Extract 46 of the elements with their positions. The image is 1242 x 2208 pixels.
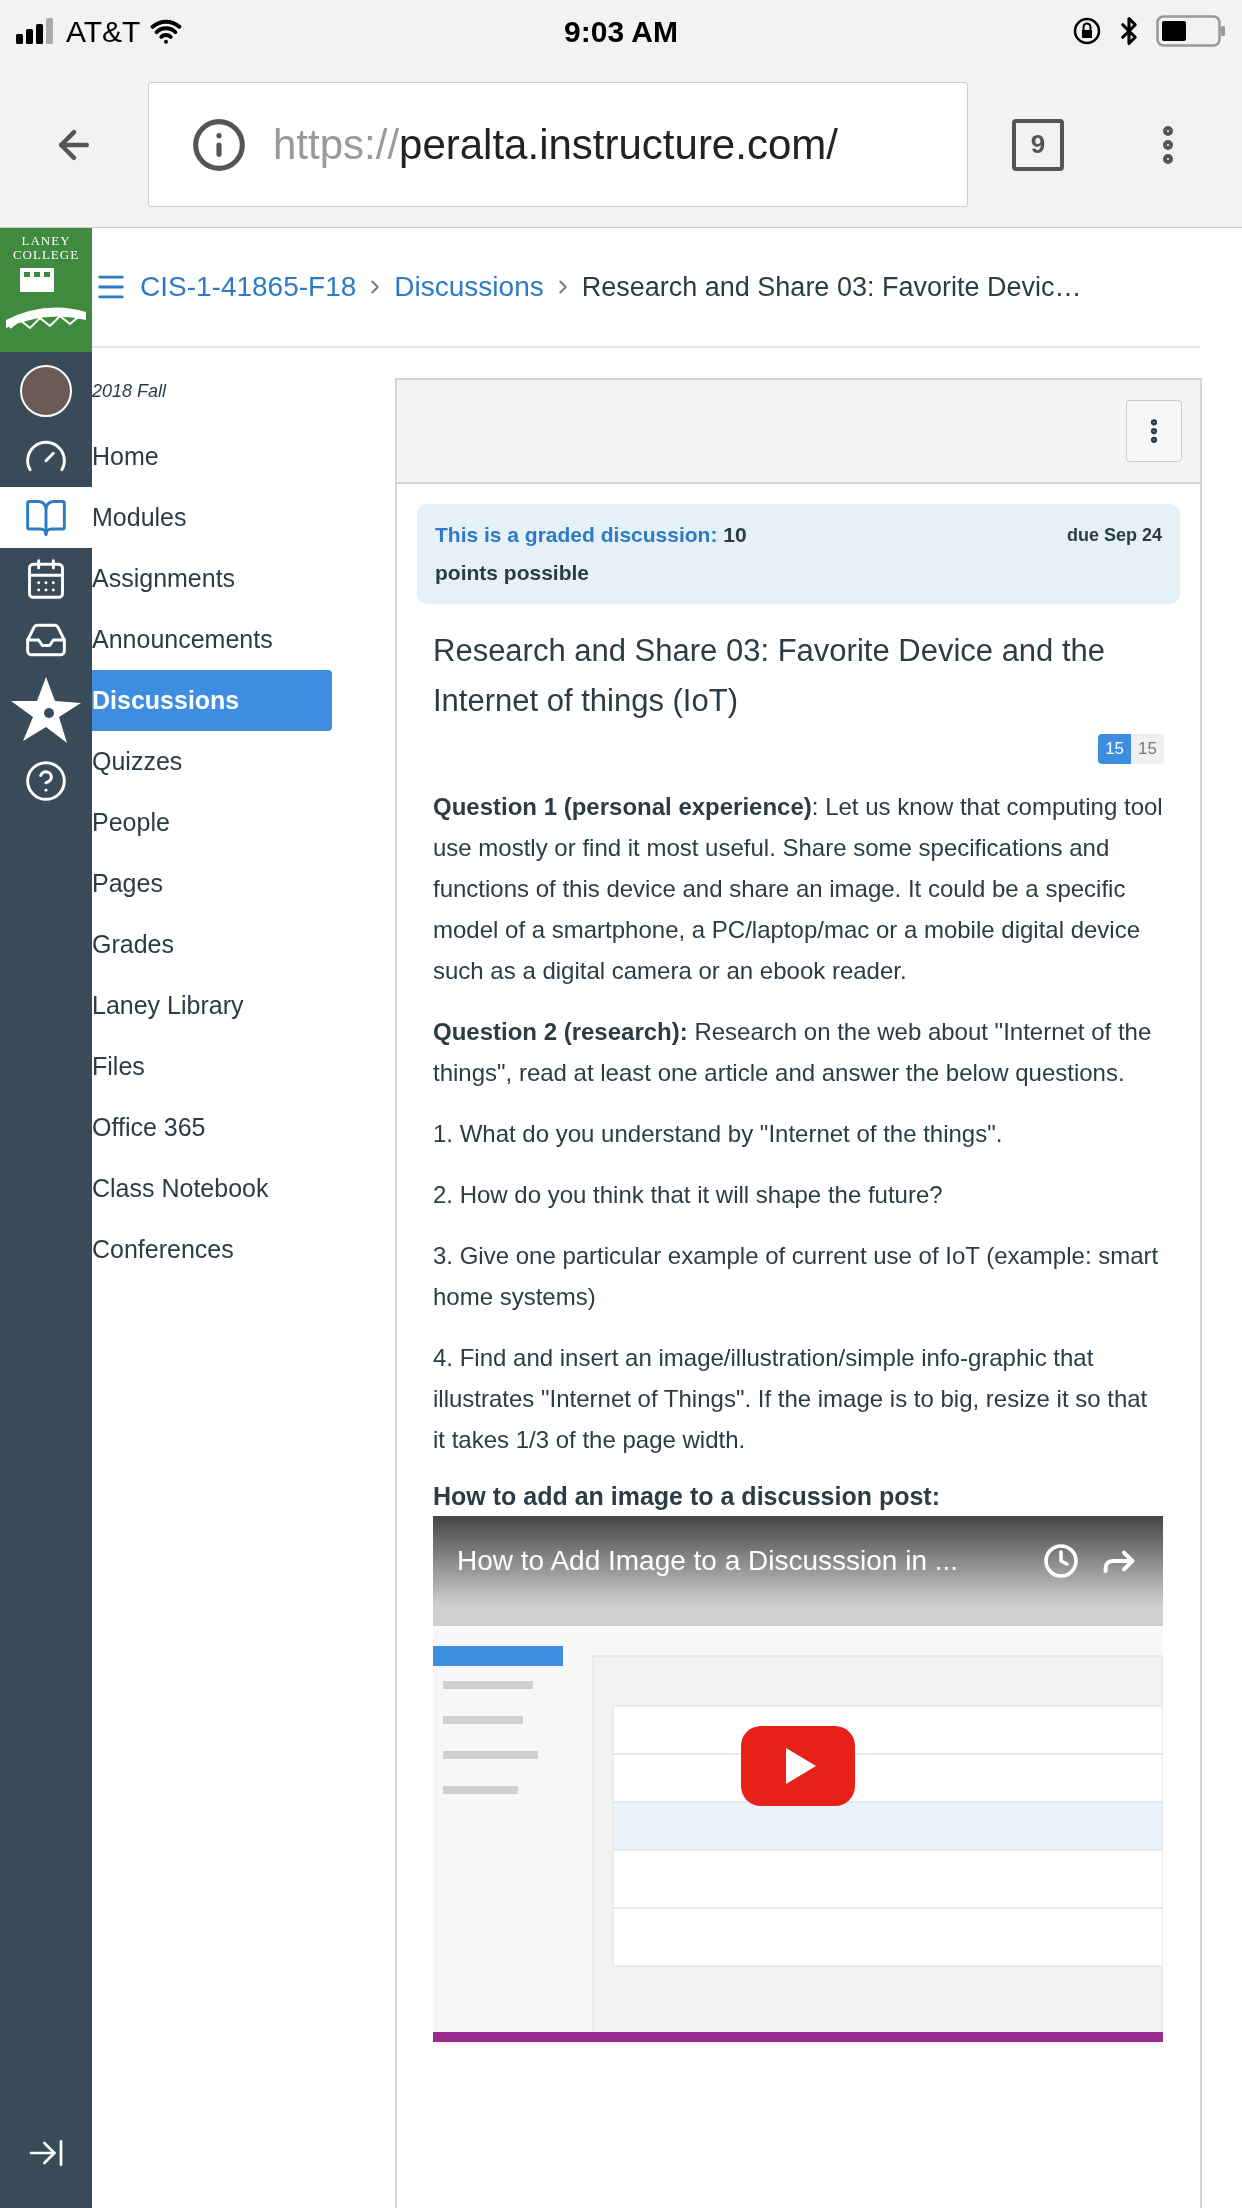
graded-info: This is a graded discussion: 10 points possible (435, 522, 748, 586)
battery-icon (1156, 15, 1226, 47)
course-nav-link[interactable]: Pages (92, 853, 332, 914)
course-nav-link[interactable]: Files (92, 1036, 332, 1097)
course-nav-link[interactable]: Laney Library (92, 975, 332, 1036)
play-icon[interactable] (741, 1725, 855, 1806)
star-icon[interactable] (9, 675, 83, 745)
body-paragraph: Question 2 (research): Research on the web about "Internet of the things", read at least one article and answer the below questions. (433, 1016, 1153, 1088)
course-nav-link[interactable]: Conferences (92, 1219, 332, 1280)
course-nav-link[interactable]: Announcements (92, 609, 332, 670)
carrier-name: AT&T (66, 13, 141, 50)
body-paragraph: 3. Give one particular example of current use of IoT (example: smart home systems) (433, 1240, 1160, 1312)
college-logo[interactable]: LANEY COLLEGE (0, 228, 92, 352)
term-label: 2018 Fall (92, 380, 168, 403)
total-count: 15 (1131, 734, 1164, 764)
unread-count: 15 (1098, 734, 1132, 764)
rotation-lock-icon (1072, 16, 1102, 46)
signal-icon (16, 18, 56, 44)
address-bar[interactable]: https://peralta.instructure.com/ (148, 82, 968, 207)
due-date: due Sep 24 (1066, 524, 1162, 547)
clock-icon[interactable] (1043, 1542, 1079, 1579)
breadcrumb-link[interactable]: CIS-1-41865-F18 (140, 266, 357, 308)
course-nav-link[interactable]: Quizzes (92, 731, 332, 792)
video-heading: How to add an image to a discussion post: (433, 1480, 941, 1512)
help-icon[interactable] (24, 758, 68, 803)
body-paragraph: 1. What do you understand by "Internet of the things". (433, 1118, 1004, 1149)
course-nav-link[interactable]: Grades (92, 914, 332, 975)
tab-count-button[interactable]: 9 (1012, 118, 1064, 171)
body-paragraph: 2. How do you think that it will shape the future? (433, 1179, 944, 1210)
avatar[interactable] (20, 365, 72, 417)
course-nav-link[interactable]: Assignments (92, 548, 332, 609)
course-nav-link[interactable]: Class Notebook (92, 1158, 332, 1219)
breadcrumb-link[interactable]: Discussions (394, 266, 544, 308)
body-paragraph: Question 1 (personal experience): Let us know that computing tool use mostly or find it most useful. Share some specifications and functions of this device and share an image. It could be a specific model of a smartphone, a PC/laptop/mac or a mobile digital device such as a digital camera or an ebook reader. (433, 791, 1164, 986)
course-nav-link[interactable]: Modules (92, 487, 332, 548)
course-nav-link[interactable]: Office 365 (92, 1097, 332, 1158)
info-icon[interactable] (191, 116, 247, 173)
video-title: How to Add Image to a Discusssion in ... (457, 1543, 960, 1578)
course-nav-link[interactable]: People (92, 792, 332, 853)
options-button[interactable] (1126, 400, 1182, 462)
body-paragraph: 4. Find and insert an image/illustration/simple info-graphic that illustrates "Internet of Things". If the image is to big, resize it so that it takes 1/3 of the page width. (433, 1342, 1149, 1455)
discussion-title: Research and Share 03: Favorite Device and the Internet of things (IoT) (433, 632, 1107, 720)
clock-time: 9:03 AM (564, 13, 678, 50)
breadcrumb-current: Research and Share 03: Favorite Devic… (581, 270, 1082, 304)
url-text: https://peralta.instructure.com/ (273, 120, 838, 170)
course-nav-link[interactable]: Home (92, 426, 332, 487)
